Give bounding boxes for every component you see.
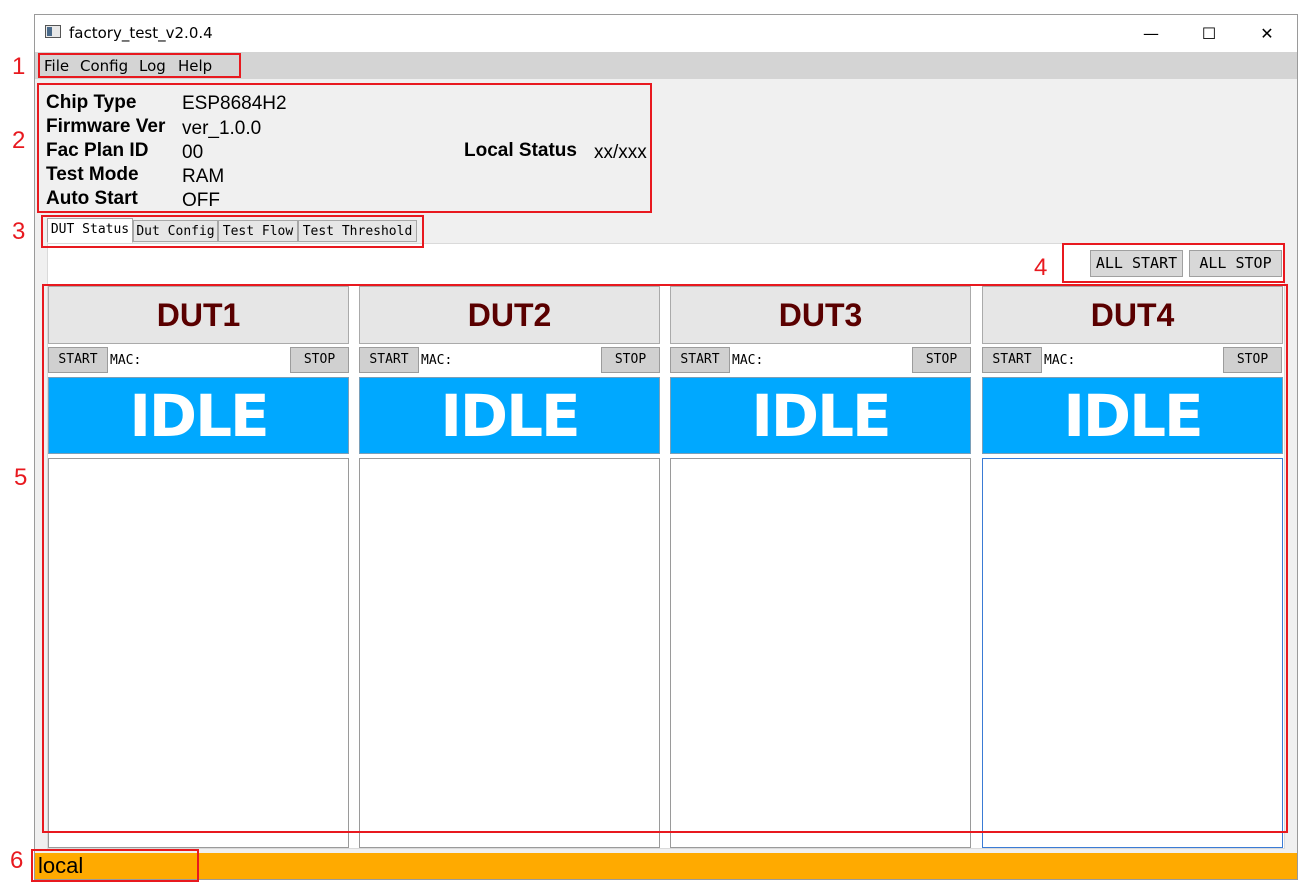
minimize-icon[interactable]: — (1122, 15, 1180, 52)
annotation-box-6 (31, 849, 199, 882)
app-icon (45, 25, 61, 38)
maximize-icon[interactable]: ☐ (1180, 15, 1238, 52)
annotation-number-4: 4 (1034, 254, 1048, 281)
annotation-box-5 (42, 284, 1288, 833)
title-bar (35, 15, 1297, 52)
annotation-number-1: 1 (12, 53, 26, 80)
annotation-box-4 (1062, 243, 1285, 283)
close-icon[interactable]: ✕ (1238, 15, 1296, 52)
annotation-number-3: 3 (12, 218, 26, 245)
annotation-number-6: 6 (10, 847, 24, 874)
annotation-box-2 (37, 83, 652, 213)
annotation-box-1 (38, 53, 241, 78)
window-title: factory_test_v2.0.4 (69, 24, 213, 42)
status-bar (35, 853, 1297, 879)
annotation-number-5: 5 (14, 464, 28, 491)
annotation-box-3 (41, 215, 424, 248)
annotation-number-2: 2 (12, 127, 26, 154)
